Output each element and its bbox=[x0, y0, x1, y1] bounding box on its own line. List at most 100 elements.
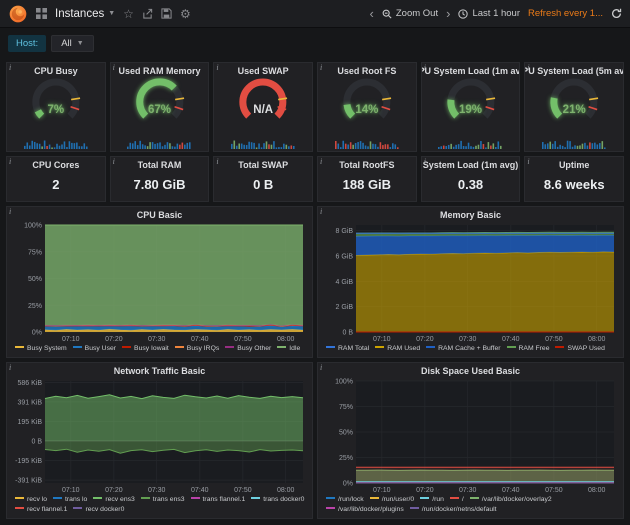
time-range-button[interactable]: Last 1 hour bbox=[458, 8, 520, 19]
y-tick-label: 75% bbox=[339, 404, 353, 411]
legend-item-ram-used[interactable]: RAM Used bbox=[375, 344, 420, 354]
panel-title[interactable]: System Load (1m avg) bbox=[422, 157, 520, 170]
panel-info-icon[interactable]: i bbox=[113, 63, 115, 72]
legend-item-ram-total[interactable]: RAM Total bbox=[326, 344, 369, 354]
legend-item-busy-system[interactable]: Busy System bbox=[15, 344, 67, 354]
panel-title[interactable]: Used RAM Memory bbox=[111, 63, 209, 76]
legend-item-var-lib-docker-plugins[interactable]: /var/lib/docker/plugins bbox=[326, 505, 404, 515]
panel-title[interactable]: Total SWAP bbox=[214, 157, 312, 170]
panel-title[interactable]: Memory Basic bbox=[318, 207, 623, 220]
legend-item-trans-docker0[interactable]: trans docker0 bbox=[251, 495, 304, 505]
panel-info-icon[interactable]: i bbox=[424, 63, 426, 72]
legend-item-swap-used[interactable]: SWAP Used bbox=[555, 344, 604, 354]
gauge bbox=[525, 76, 623, 124]
panel-title[interactable]: CPU System Load (5m avg) bbox=[525, 63, 623, 76]
panel-title[interactable]: Network Traffic Basic bbox=[7, 363, 312, 376]
legend-item-busy-other[interactable]: Busy Other bbox=[225, 344, 271, 354]
dashboard-title-button[interactable]: Instances ▼ bbox=[55, 8, 115, 20]
panel-info-icon[interactable]: i bbox=[527, 157, 529, 166]
legend-item-idle[interactable]: Idle bbox=[277, 344, 300, 354]
panel-info-icon[interactable]: i bbox=[113, 157, 115, 166]
panel-info-icon[interactable]: i bbox=[320, 207, 322, 216]
legend-item-run[interactable]: /run bbox=[420, 495, 444, 505]
star-icon[interactable]: ☆ bbox=[123, 8, 134, 20]
x-tick-label: 08:00 bbox=[277, 336, 295, 343]
legend-item-recv-docker0[interactable]: recv docker0 bbox=[73, 505, 124, 515]
legend-swatch bbox=[73, 346, 82, 348]
panel-title[interactable]: Used Root FS bbox=[318, 63, 416, 76]
grafana-logo-icon[interactable] bbox=[8, 4, 28, 24]
legend-item-recv-ens3[interactable]: recv ens3 bbox=[93, 495, 134, 505]
stat-value: 0 B bbox=[214, 177, 312, 192]
legend-item-trans-flannel-1[interactable]: trans flannel.1 bbox=[191, 495, 246, 505]
chart-plot[interactable]: 07:1007:2007:3007:4007:5008:00100%75%50%… bbox=[11, 222, 308, 343]
panel-info-icon[interactable]: i bbox=[216, 63, 218, 72]
legend-item-trans-lo[interactable]: trans lo bbox=[53, 495, 87, 505]
chart-legend: Busy System Busy User Busy Iowait Busy IRQs… bbox=[11, 343, 308, 354]
legend-item-recv-flannel-1[interactable]: recv flannel.1 bbox=[15, 505, 67, 515]
x-tick-label: 08:00 bbox=[277, 487, 295, 494]
time-shift-back-icon[interactable]: ‹ bbox=[370, 7, 374, 20]
panel-used-root-fs: i Used Root FS 14% bbox=[317, 62, 417, 152]
y-tick-label: 391 KiB bbox=[17, 399, 42, 406]
panel-title[interactable]: Disk Space Used Basic bbox=[318, 363, 623, 376]
legend-item-busy-irqs[interactable]: Busy IRQs bbox=[175, 344, 219, 354]
panel-title[interactable]: CPU Basic bbox=[7, 207, 312, 220]
panel-info-icon[interactable]: i bbox=[216, 157, 218, 166]
legend-item-var-lib-docker-overlay2[interactable]: /var/lib/docker/overlay2 bbox=[470, 495, 552, 505]
legend-item-run-lock[interactable]: /run/lock bbox=[326, 495, 364, 505]
legend-item-ram-cache-buffer[interactable]: RAM Cache + Buffer bbox=[426, 344, 500, 354]
panel-title[interactable]: CPU Cores bbox=[7, 157, 105, 170]
series-area-recv-ens3 bbox=[45, 395, 303, 441]
legend-item-busy-iowait[interactable]: Busy Iowait bbox=[122, 344, 169, 354]
panel-used-ram-memory: i Used RAM Memory 67% bbox=[110, 62, 210, 152]
y-tick-label: 586 KiB bbox=[17, 380, 42, 387]
panel-title[interactable]: CPU System Load (1m avg) bbox=[422, 63, 520, 76]
host-variable-dropdown[interactable]: All ▼ bbox=[51, 35, 94, 52]
navbar-left: Instances ▼ ☆ ⚙ bbox=[8, 4, 191, 24]
zoom-out-button[interactable]: Zoom Out bbox=[382, 8, 438, 19]
refresh-icon[interactable] bbox=[611, 8, 622, 19]
legend-item-trans-ens3[interactable]: trans ens3 bbox=[141, 495, 185, 505]
panel-title[interactable]: Uptime bbox=[525, 157, 623, 170]
panel-info-icon[interactable]: i bbox=[9, 63, 11, 72]
panel-info-icon[interactable]: i bbox=[527, 63, 529, 72]
panel-title[interactable]: Used SWAP bbox=[214, 63, 312, 76]
legend-item-recv-lo[interactable]: recv lo bbox=[15, 495, 47, 505]
time-shift-forward-icon[interactable]: › bbox=[446, 7, 450, 20]
legend-swatch bbox=[225, 346, 234, 348]
dashboard-grid-icon[interactable] bbox=[36, 8, 47, 19]
panel-info-icon[interactable]: i bbox=[320, 63, 322, 72]
panel-info-icon[interactable]: i bbox=[9, 363, 11, 372]
settings-gear-icon[interactable]: ⚙ bbox=[180, 8, 191, 20]
chart-row-1: i CPU Basic 07:1007:2007:3007:4007:5008:… bbox=[6, 206, 624, 358]
chart-plot[interactable]: 07:1007:2007:3007:4007:5008:00100%75%50%… bbox=[322, 378, 619, 494]
panel-info-icon[interactable]: i bbox=[9, 157, 11, 166]
gauge bbox=[7, 76, 105, 124]
panel-info-icon[interactable]: i bbox=[320, 363, 322, 372]
legend-item-busy-user[interactable]: Busy User bbox=[73, 344, 116, 354]
save-icon[interactable] bbox=[161, 8, 172, 19]
legend-swatch bbox=[420, 497, 429, 499]
panel-info-icon[interactable]: i bbox=[9, 207, 11, 216]
refresh-interval-button[interactable]: Refresh every 1... bbox=[528, 8, 603, 19]
legend-item-run-user-0[interactable]: /run/user/0 bbox=[370, 495, 415, 505]
panel-title[interactable]: CPU Busy bbox=[7, 63, 105, 76]
chart-plot[interactable]: 07:1007:2007:3007:4007:5008:00586 KiB391… bbox=[11, 378, 308, 494]
sparkline bbox=[231, 139, 295, 149]
panel-title[interactable]: Total RAM bbox=[111, 157, 209, 170]
host-variable-label[interactable]: Host: bbox=[8, 35, 46, 52]
legend-item-run-docker-netns-default[interactable]: /run/docker/netns/default bbox=[410, 505, 497, 515]
panel-title[interactable]: Total RootFS bbox=[318, 157, 416, 170]
y-tick-label: 0 B bbox=[342, 330, 353, 337]
panel-info-icon[interactable]: i bbox=[320, 157, 322, 166]
legend-item-[interactable]: / bbox=[450, 495, 464, 505]
panel-info-icon[interactable]: i bbox=[424, 157, 426, 166]
share-icon[interactable] bbox=[142, 8, 153, 19]
panel-system-load-1m-avg: i System Load (1m avg) 0.38 bbox=[421, 156, 521, 202]
chart-plot[interactable]: 07:1007:2007:3007:4007:5008:008 GiB6 GiB… bbox=[322, 222, 619, 343]
panel-network-traffic-basic: i Network Traffic Basic 07:1007:2007:300… bbox=[6, 362, 313, 519]
legend-item-ram-free[interactable]: RAM Free bbox=[507, 344, 550, 354]
sparkline bbox=[542, 139, 606, 149]
x-tick-label: 07:10 bbox=[62, 336, 80, 343]
